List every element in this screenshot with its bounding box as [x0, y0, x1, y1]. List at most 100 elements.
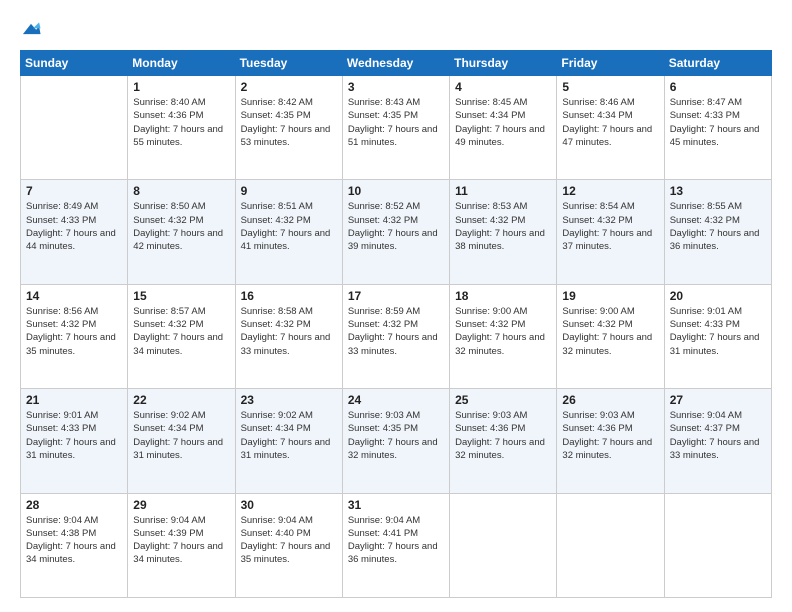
day-number: 15	[133, 289, 229, 303]
cell-info: Sunrise: 9:00 AM Sunset: 4:32 PM Dayligh…	[455, 305, 551, 358]
cell-info: Sunrise: 9:04 AM Sunset: 4:41 PM Dayligh…	[348, 514, 444, 567]
day-cell: 3 Sunrise: 8:43 AM Sunset: 4:35 PM Daylig…	[342, 76, 449, 180]
day-number: 1	[133, 80, 229, 94]
cell-info: Sunrise: 8:49 AM Sunset: 4:33 PM Dayligh…	[26, 200, 122, 253]
day-number: 19	[562, 289, 658, 303]
day-cell: 21 Sunrise: 9:01 AM Sunset: 4:33 PM Dayli…	[21, 389, 128, 493]
day-cell	[557, 493, 664, 597]
cell-info: Sunrise: 8:47 AM Sunset: 4:33 PM Dayligh…	[670, 96, 766, 149]
week-row-3: 21 Sunrise: 9:01 AM Sunset: 4:33 PM Dayli…	[21, 389, 772, 493]
day-cell: 11Sunrise: 8:53 AM Sunset: 4:32 PM Dayli…	[450, 180, 557, 284]
cell-info: Sunrise: 8:55 AM Sunset: 4:32 PM Dayligh…	[670, 200, 766, 253]
page: SundayMondayTuesdayWednesdayThursdayFrid…	[0, 0, 792, 612]
calendar-table: SundayMondayTuesdayWednesdayThursdayFrid…	[20, 50, 772, 598]
day-number: 8	[133, 184, 229, 198]
cell-info: Sunrise: 8:40 AM Sunset: 4:36 PM Dayligh…	[133, 96, 229, 149]
day-number: 18	[455, 289, 551, 303]
day-number: 22	[133, 393, 229, 407]
week-row-4: 28 Sunrise: 9:04 AM Sunset: 4:38 PM Dayli…	[21, 493, 772, 597]
day-number: 23	[241, 393, 337, 407]
calendar-header-row: SundayMondayTuesdayWednesdayThursdayFrid…	[21, 51, 772, 76]
logo	[20, 18, 46, 40]
col-header-wednesday: Wednesday	[342, 51, 449, 76]
cell-info: Sunrise: 8:57 AM Sunset: 4:32 PM Dayligh…	[133, 305, 229, 358]
day-cell: 20 Sunrise: 9:01 AM Sunset: 4:33 PM Dayli…	[664, 284, 771, 388]
cell-info: Sunrise: 9:02 AM Sunset: 4:34 PM Dayligh…	[241, 409, 337, 462]
day-number: 31	[348, 498, 444, 512]
cell-info: Sunrise: 8:42 AM Sunset: 4:35 PM Dayligh…	[241, 96, 337, 149]
cell-info: Sunrise: 9:03 AM Sunset: 4:35 PM Dayligh…	[348, 409, 444, 462]
week-row-0: 1 Sunrise: 8:40 AM Sunset: 4:36 PM Daylig…	[21, 76, 772, 180]
day-number: 2	[241, 80, 337, 94]
col-header-thursday: Thursday	[450, 51, 557, 76]
day-cell: 28 Sunrise: 9:04 AM Sunset: 4:38 PM Dayli…	[21, 493, 128, 597]
cell-info: Sunrise: 8:54 AM Sunset: 4:32 PM Dayligh…	[562, 200, 658, 253]
day-number: 29	[133, 498, 229, 512]
day-number: 17	[348, 289, 444, 303]
day-number: 14	[26, 289, 122, 303]
day-cell: 29 Sunrise: 9:04 AM Sunset: 4:39 PM Dayli…	[128, 493, 235, 597]
day-cell: 27Sunrise: 9:04 AM Sunset: 4:37 PM Dayli…	[664, 389, 771, 493]
col-header-monday: Monday	[128, 51, 235, 76]
day-cell: 14 Sunrise: 8:56 AM Sunset: 4:32 PM Dayli…	[21, 284, 128, 388]
week-row-2: 14 Sunrise: 8:56 AM Sunset: 4:32 PM Dayli…	[21, 284, 772, 388]
day-cell: 1 Sunrise: 8:40 AM Sunset: 4:36 PM Daylig…	[128, 76, 235, 180]
day-number: 5	[562, 80, 658, 94]
day-number: 20	[670, 289, 766, 303]
cell-info: Sunrise: 8:51 AM Sunset: 4:32 PM Dayligh…	[241, 200, 337, 253]
day-cell: 13 Sunrise: 8:55 AM Sunset: 4:32 PM Dayli…	[664, 180, 771, 284]
logo-icon	[20, 18, 42, 40]
cell-info: Sunrise: 9:04 AM Sunset: 4:40 PM Dayligh…	[241, 514, 337, 567]
cell-info: Sunrise: 9:03 AM Sunset: 4:36 PM Dayligh…	[562, 409, 658, 462]
cell-info: Sunrise: 9:03 AM Sunset: 4:36 PM Dayligh…	[455, 409, 551, 462]
cell-info: Sunrise: 8:43 AM Sunset: 4:35 PM Dayligh…	[348, 96, 444, 149]
day-number: 6	[670, 80, 766, 94]
cell-info: Sunrise: 9:01 AM Sunset: 4:33 PM Dayligh…	[670, 305, 766, 358]
day-cell	[450, 493, 557, 597]
cell-info: Sunrise: 9:04 AM Sunset: 4:38 PM Dayligh…	[26, 514, 122, 567]
day-number: 16	[241, 289, 337, 303]
cell-info: Sunrise: 9:00 AM Sunset: 4:32 PM Dayligh…	[562, 305, 658, 358]
day-cell: 26 Sunrise: 9:03 AM Sunset: 4:36 PM Dayli…	[557, 389, 664, 493]
day-cell: 15 Sunrise: 8:57 AM Sunset: 4:32 PM Dayli…	[128, 284, 235, 388]
cell-info: Sunrise: 8:56 AM Sunset: 4:32 PM Dayligh…	[26, 305, 122, 358]
day-cell: 22 Sunrise: 9:02 AM Sunset: 4:34 PM Dayli…	[128, 389, 235, 493]
day-cell: 8 Sunrise: 8:50 AM Sunset: 4:32 PM Daylig…	[128, 180, 235, 284]
day-cell: 25Sunrise: 9:03 AM Sunset: 4:36 PM Dayli…	[450, 389, 557, 493]
cell-info: Sunrise: 9:04 AM Sunset: 4:37 PM Dayligh…	[670, 409, 766, 462]
day-cell: 9 Sunrise: 8:51 AM Sunset: 4:32 PM Daylig…	[235, 180, 342, 284]
day-number: 3	[348, 80, 444, 94]
day-cell: 5 Sunrise: 8:46 AM Sunset: 4:34 PM Daylig…	[557, 76, 664, 180]
col-header-sunday: Sunday	[21, 51, 128, 76]
day-cell: 6 Sunrise: 8:47 AM Sunset: 4:33 PM Daylig…	[664, 76, 771, 180]
week-row-1: 7Sunrise: 8:49 AM Sunset: 4:33 PM Daylig…	[21, 180, 772, 284]
day-cell: 12Sunrise: 8:54 AM Sunset: 4:32 PM Dayli…	[557, 180, 664, 284]
day-number: 11	[455, 184, 551, 198]
day-number: 24	[348, 393, 444, 407]
day-cell: 18 Sunrise: 9:00 AM Sunset: 4:32 PM Dayli…	[450, 284, 557, 388]
day-cell: 31 Sunrise: 9:04 AM Sunset: 4:41 PM Dayli…	[342, 493, 449, 597]
col-header-friday: Friday	[557, 51, 664, 76]
day-number: 4	[455, 80, 551, 94]
cell-info: Sunrise: 8:52 AM Sunset: 4:32 PM Dayligh…	[348, 200, 444, 253]
day-cell: 16 Sunrise: 8:58 AM Sunset: 4:32 PM Dayli…	[235, 284, 342, 388]
day-number: 10	[348, 184, 444, 198]
cell-info: Sunrise: 8:50 AM Sunset: 4:32 PM Dayligh…	[133, 200, 229, 253]
cell-info: Sunrise: 9:04 AM Sunset: 4:39 PM Dayligh…	[133, 514, 229, 567]
cell-info: Sunrise: 9:02 AM Sunset: 4:34 PM Dayligh…	[133, 409, 229, 462]
day-number: 21	[26, 393, 122, 407]
cell-info: Sunrise: 8:58 AM Sunset: 4:32 PM Dayligh…	[241, 305, 337, 358]
day-cell	[664, 493, 771, 597]
cell-info: Sunrise: 8:46 AM Sunset: 4:34 PM Dayligh…	[562, 96, 658, 149]
day-number: 13	[670, 184, 766, 198]
day-cell: 4 Sunrise: 8:45 AM Sunset: 4:34 PM Daylig…	[450, 76, 557, 180]
day-number: 30	[241, 498, 337, 512]
day-number: 26	[562, 393, 658, 407]
day-number: 28	[26, 498, 122, 512]
header	[20, 18, 772, 40]
cell-info: Sunrise: 9:01 AM Sunset: 4:33 PM Dayligh…	[26, 409, 122, 462]
col-header-tuesday: Tuesday	[235, 51, 342, 76]
cell-info: Sunrise: 8:45 AM Sunset: 4:34 PM Dayligh…	[455, 96, 551, 149]
day-cell: 24 Sunrise: 9:03 AM Sunset: 4:35 PM Dayli…	[342, 389, 449, 493]
day-number: 9	[241, 184, 337, 198]
